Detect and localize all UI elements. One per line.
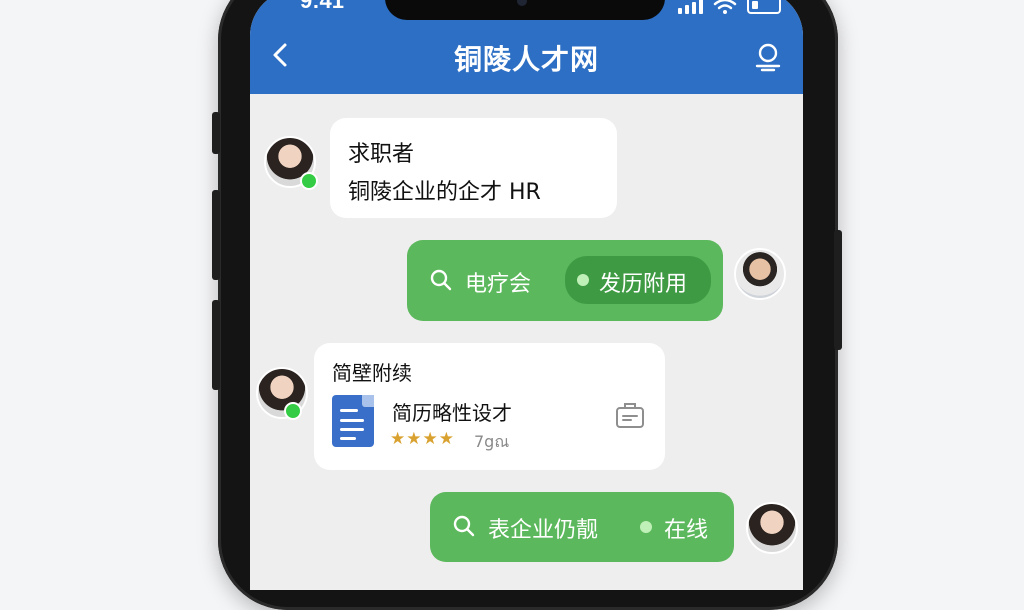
status-dot [577, 274, 589, 286]
message-line: 铜陵企业的企才 HR [348, 180, 541, 205]
file-heading: 简壁附续 [332, 361, 412, 385]
signal-icon [678, 0, 703, 14]
search-text: 电疗会 [465, 272, 532, 297]
message-line: 求职者 [348, 142, 415, 167]
volume-down-button [212, 300, 220, 390]
online-status-dot [284, 402, 302, 420]
wifi-icon [713, 0, 737, 14]
volume-up-button [212, 190, 220, 280]
camera [517, 0, 527, 6]
status-time: 9:41 [300, 0, 345, 13]
status-icons [678, 0, 781, 14]
avatar[interactable] [734, 248, 786, 300]
message-bubble-outgoing[interactable]: 表企业仍靓 在线 [430, 492, 734, 562]
search-icon [453, 515, 475, 537]
battery-icon [747, 0, 781, 14]
user-profile-icon[interactable] [753, 42, 783, 72]
file-message-bubble[interactable]: 简壁附续 简历略性设才 ★★★★ 7gณ [314, 343, 665, 470]
online-status-dot [640, 521, 652, 533]
pill-label: 发历附用 [599, 272, 688, 297]
message-bubble-incoming[interactable]: 求职者 铜陵企业的企才 HR [330, 118, 617, 218]
search-icon [430, 269, 452, 291]
notch [385, 0, 665, 20]
online-status-dot [300, 172, 318, 190]
resume-pill[interactable]: 发历附用 [565, 256, 711, 304]
document-icon [332, 395, 374, 447]
power-button [834, 230, 842, 350]
file-count: 7gณ [474, 432, 510, 451]
search-text: 表企业仍靓 [488, 518, 599, 543]
message-bubble-outgoing[interactable]: 电疗会 发历附用 [407, 240, 723, 321]
briefcase-icon[interactable] [614, 399, 646, 431]
mute-switch [212, 112, 220, 154]
status-text: 在线 [664, 518, 709, 543]
avatar[interactable] [746, 502, 798, 554]
rating-stars: ★★★★ [390, 429, 455, 449]
app-header: 9:41 铜陵人才网 [250, 0, 803, 94]
phone-screen: 9:41 铜陵人才网 求职者 铜陵企业的企才 HR 电疗会 发历附用 简壁附续 … [250, 0, 803, 590]
page-title: 铜陵人才网 [453, 43, 599, 76]
file-name: 简历略性设才 [392, 401, 512, 425]
